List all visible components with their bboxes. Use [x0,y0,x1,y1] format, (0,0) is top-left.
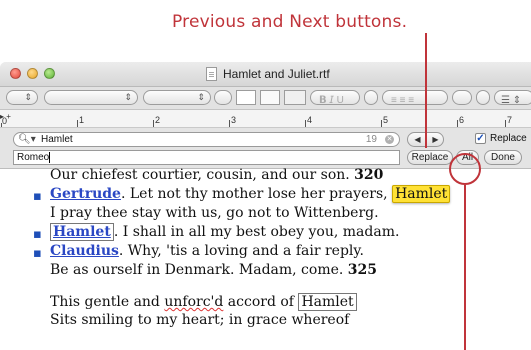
list-style-popup[interactable]: ☰ ⇕ [494,90,531,106]
replace-input[interactable]: Romeo [17,151,51,164]
text-line: Hamlet. I shall in all my best obey you,… [50,223,399,241]
spacing-more-button[interactable] [476,90,490,105]
font-style-popup[interactable]: ⇕ [143,90,211,105]
align-lines-icon: ≡ ≡ ≡ [391,95,415,106]
textedit-window: Hamlet and Juliet.rtf ⇕ ⇕ ⇕ 𝗕 𝘐 U ≡ ≡ ≡ … [0,62,531,350]
line-spacing-popup[interactable] [452,90,472,105]
close-window-button[interactable] [10,68,21,79]
replace-field[interactable]: Romeo [13,150,400,165]
title-bar: Hamlet and Juliet.rtf [0,62,531,87]
next-match-button[interactable]: ▶ [426,133,444,146]
format-toolbar: ⇕ ⇕ ⇕ 𝗕 𝘐 U ≡ ≡ ≡ ☰ ⇕ [0,87,531,110]
search-input[interactable]: Hamlet [41,133,73,146]
search-icon[interactable]: 🔍︎▾ [18,133,36,146]
match-highlight: Hamlet [298,293,357,311]
previous-match-button[interactable]: ◀ [409,133,426,146]
ruler-number: 3 [231,115,237,125]
ruler-number: 1 [79,115,85,125]
alignment-segment[interactable]: ≡ ≡ ≡ [382,90,448,106]
annotation-callout: Previous and Next buttons. [0,0,531,50]
minimize-window-button[interactable] [27,68,38,79]
done-button[interactable]: Done [484,150,522,165]
replace-checkbox-label: Replace [490,133,527,144]
b-i-u-icon: 𝗕 𝘐 U [319,95,344,106]
text-line: Sits smiling to my heart; in grace where… [50,312,350,328]
replace-button[interactable]: Replace [407,150,453,165]
window-title: Hamlet and Juliet.rtf [223,67,330,81]
annotation-pointer-line [464,185,466,350]
bullet-icon: ▪ [33,189,42,204]
ruler-number: 5 [383,115,389,125]
styles-popup[interactable]: ⇕ [6,90,38,105]
speaker-link[interactable]: Hamlet [50,223,114,241]
chevron-updown-icon: ⇕ [24,92,32,102]
speaker-link[interactable]: Claudius [50,243,119,259]
misspelled-word[interactable]: unforc'd [164,294,223,310]
ruler-number: 0 [2,116,8,126]
text-line: Our chiefest courtier, cousin, and our s… [50,167,384,183]
ruler[interactable]: ▸ + 0 1 2 3 4 5 6 7 [0,110,531,128]
bullet-icon: ▪ [33,246,42,261]
speaker-link[interactable]: Gertrude [50,186,121,202]
zoom-window-button[interactable] [44,68,55,79]
bullet-icon: ▪ [33,227,42,242]
match-count: 19 [365,134,377,145]
ruler-number: 4 [307,115,313,125]
annotation-pointer-line [425,33,427,148]
list-icon: ☰ ⇕ [501,95,522,106]
replace-checkbox[interactable]: ✓ [475,133,486,144]
text-line: This gentle and unforc'd accord of Hamle… [50,293,357,311]
search-field[interactable]: 🔍︎▾ Hamlet 19 ✕ [13,132,400,147]
highlight-color-swatch[interactable] [260,90,280,105]
clear-search-icon[interactable]: ✕ [385,135,394,144]
ruler-number: 6 [459,115,465,125]
bold-italic-underline-segment[interactable]: 𝗕 𝘐 U [310,90,360,106]
text-line: Claudius. Why, 'tis a loving and a fair … [50,243,364,259]
font-size-popup[interactable] [214,90,232,105]
text-line: Gertrude. Let not thy mother lose her pr… [50,185,451,203]
chevron-updown-icon: ⇕ [197,92,205,102]
document-body[interactable]: Our chiefest courtier, cousin, and our s… [0,167,531,350]
text-line: Be as ourself in Denmark. Madam, come. 3… [50,262,378,278]
background-color-swatch[interactable] [284,90,306,105]
annotation-circle [449,153,481,185]
ruler-number: 2 [155,115,161,125]
text-line: I pray thee stay with us, go not to Witt… [50,205,379,221]
current-match-highlight: Hamlet [392,185,451,203]
chevron-updown-icon: ⇕ [124,92,132,102]
text-color-swatch[interactable] [236,90,256,105]
annotation-caption: Previous and Next buttons. [172,12,408,32]
ruler-number: 7 [507,115,513,125]
text-style-more-button[interactable] [364,90,378,105]
document-icon [206,67,217,81]
font-family-popup[interactable]: ⇕ [44,90,138,105]
